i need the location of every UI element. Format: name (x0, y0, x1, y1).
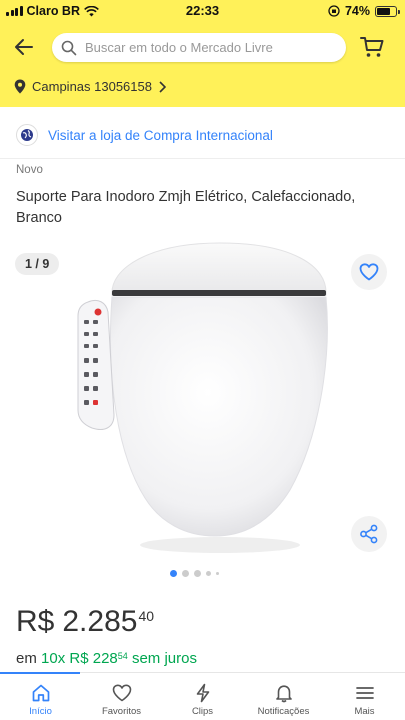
chevron-right-icon (159, 80, 166, 93)
tab-favorites[interactable]: Favoritos (81, 673, 162, 720)
installments: em 10x R$ 228 54 sem juros (16, 650, 197, 667)
product-title: Suporte Para Inodoro Zmjh Elétrico, Cale… (16, 189, 356, 226)
store-logo (16, 124, 38, 146)
product-gallery[interactable] (0, 240, 405, 560)
pagination-dot (182, 570, 189, 577)
search-input[interactable] (85, 40, 335, 55)
condition-label: Novo (16, 164, 43, 176)
store-link-text: Visitar a loja de Compra Internacional (48, 127, 273, 143)
store-link[interactable]: Visitar a loja de Compra Internacional (16, 124, 273, 146)
cart-icon[interactable] (359, 35, 385, 59)
heart-icon (112, 684, 131, 702)
bottom-tab-bar: Início Favoritos Clips Notificações Mais (0, 672, 405, 720)
pagination-dot (194, 570, 201, 577)
installments-prefix: em (16, 650, 37, 667)
gallery-counter: 1 / 9 (15, 253, 60, 275)
installments-currency: R$ (69, 650, 89, 667)
search-bar[interactable] (52, 33, 346, 62)
location-pin-icon (14, 79, 26, 94)
gallery-pagination (170, 570, 219, 577)
menu-icon (355, 687, 374, 699)
tab-label: Favoritos (101, 706, 142, 717)
location-label: Campinas 13056158 (32, 79, 152, 94)
price: R$ 2.285 40 (16, 605, 154, 639)
back-arrow-icon[interactable] (12, 35, 36, 59)
tab-home[interactable]: Início (0, 672, 81, 720)
bell-icon (275, 685, 292, 703)
favorite-button[interactable] (351, 254, 387, 290)
tab-notifications[interactable]: Notificações (243, 673, 324, 720)
tab-more[interactable]: Mais (324, 673, 405, 720)
price-cents: 40 (138, 608, 155, 624)
orientation-lock-icon (328, 5, 340, 17)
pagination-dot-active (170, 570, 177, 577)
installments-count: 10x (41, 650, 66, 667)
tab-label: Clips (191, 706, 214, 717)
tab-clips[interactable]: Clips (162, 673, 243, 720)
tab-label: Início (29, 706, 52, 717)
installments-value: 228 (92, 650, 118, 667)
tab-label: Notificações (257, 706, 310, 717)
clips-icon (196, 683, 209, 703)
heart-icon (359, 263, 379, 281)
battery-percent: 74% (344, 4, 370, 18)
battery-icon (375, 5, 400, 17)
search-icon (61, 40, 77, 55)
divider (0, 158, 405, 159)
share-icon (360, 524, 378, 544)
price-value: 2.285 (62, 605, 138, 638)
share-button[interactable] (351, 516, 387, 552)
location-selector[interactable]: Campinas 13056158 (14, 79, 166, 94)
installments-cents: 54 (117, 651, 128, 661)
home-icon (32, 684, 49, 702)
globe-icon (21, 129, 33, 141)
pagination-dot (206, 571, 211, 576)
pagination-dot (216, 572, 219, 575)
status-bar: Claro BR 22:33 74% (0, 0, 405, 22)
price-currency: R$ (16, 605, 55, 638)
product-image[interactable] (0, 240, 405, 560)
installments-suffix: sem juros (131, 650, 197, 667)
tab-label: Mais (354, 706, 375, 717)
